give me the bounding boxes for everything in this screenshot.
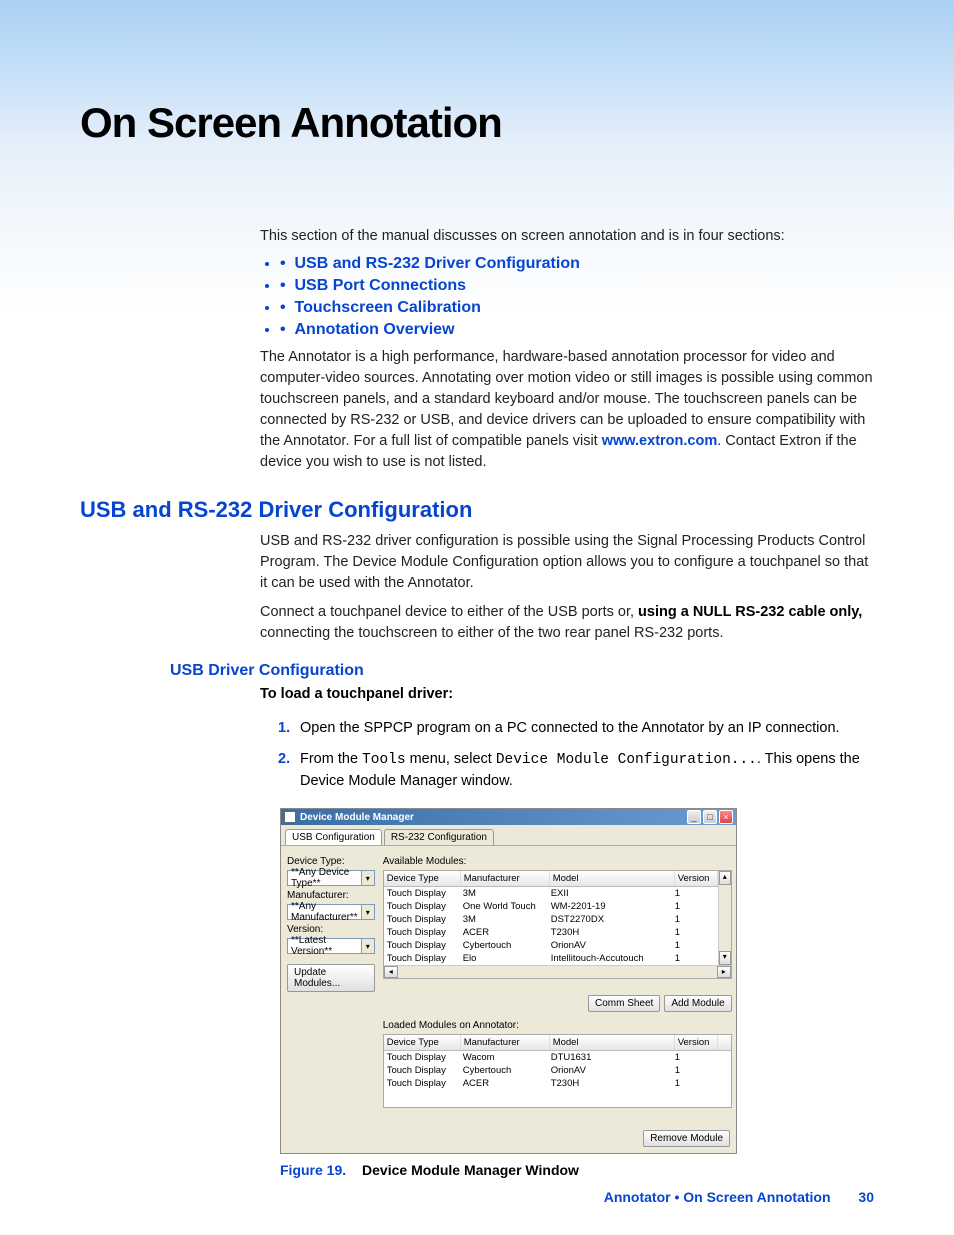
- loaded-modules-label: Loaded Modules on Annotator:: [383, 1020, 732, 1031]
- figure-title: Device Module Manager Window: [362, 1162, 579, 1178]
- config-paragraph: USB and RS-232 driver configuration is p…: [260, 531, 874, 594]
- device-module-config-label: Device Module Configuration...: [496, 752, 757, 768]
- toc-list: • USB and RS-232 Driver Configuration • …: [280, 255, 874, 339]
- update-modules-button[interactable]: Update Modules...: [287, 964, 375, 992]
- table-row[interactable]: Touch Display3MEXII1: [384, 887, 718, 900]
- panel-content: Device Type: **Any Device Type**▾ Manufa…: [281, 846, 736, 1114]
- device-type-dropdown[interactable]: **Any Device Type**▾: [287, 870, 375, 886]
- loaded-modules-body: Touch DisplayWacomDTU16311 Touch Display…: [384, 1051, 731, 1107]
- table-row[interactable]: Touch DisplayOne World TouchWM-2201-191: [384, 900, 718, 913]
- scroll-down-icon[interactable]: ▾: [719, 951, 731, 965]
- filter-column: Device Type: **Any Device Type**▾ Manufa…: [287, 852, 375, 1108]
- device-module-manager-window: Device Module Manager _ □ × USB Configur…: [280, 808, 737, 1154]
- scroll-up-icon[interactable]: ▴: [719, 871, 731, 885]
- table-row[interactable]: Touch DisplayCybertouchOrionAV1: [384, 939, 718, 952]
- table-row[interactable]: Touch DisplayEloIntellitouch-Accutouch1: [384, 952, 718, 965]
- col-device-type[interactable]: Device Type: [384, 871, 461, 886]
- chevron-down-icon: ▾: [361, 939, 374, 953]
- procedure-list: 1. Open the SPPCP program on a PC connect…: [260, 718, 874, 792]
- manufacturer-dropdown[interactable]: **Any Manufacturer**▾: [287, 904, 375, 920]
- col-model[interactable]: Model: [550, 871, 675, 886]
- tab-bar: USB Configuration RS-232 Configuration: [281, 825, 736, 846]
- tools-menu-label: Tools: [362, 752, 406, 768]
- manufacturer-value: **Any Manufacturer**: [288, 901, 361, 923]
- connect-paragraph: Connect a touchpanel device to either of…: [260, 602, 874, 644]
- device-type-value: **Any Device Type**: [288, 867, 361, 889]
- toc-link-annotation-overview[interactable]: Annotation Overview: [295, 321, 455, 338]
- chevron-down-icon: ▾: [361, 905, 374, 919]
- col-version[interactable]: Version: [675, 871, 718, 886]
- window-icon: [284, 811, 296, 823]
- intro-paragraph: This section of the manual discusses on …: [260, 226, 874, 247]
- table-row[interactable]: Touch DisplayACERT230H1: [384, 926, 718, 939]
- version-label: Version:: [287, 924, 375, 935]
- step-number: 2.: [278, 749, 290, 770]
- bottom-actions: Remove Module: [281, 1114, 736, 1153]
- section-heading-usb-rs232: USB and RS-232 Driver Configuration: [80, 497, 874, 523]
- add-module-button[interactable]: Add Module: [664, 995, 731, 1012]
- page-footer: Annotator • On Screen Annotation 30: [604, 1189, 874, 1205]
- loaded-modules-table: Device Type Manufacturer Model Version T…: [383, 1034, 732, 1108]
- table-row[interactable]: Touch DisplayACERT230H1: [384, 1077, 731, 1090]
- remove-module-button[interactable]: Remove Module: [643, 1130, 730, 1147]
- table-row[interactable]: Touch DisplayWacomDTU16311: [384, 1051, 731, 1064]
- overview-paragraph: The Annotator is a high performance, har…: [260, 347, 874, 473]
- document-page: On Screen Annotation This section of the…: [0, 0, 954, 1235]
- figure-number: Figure 19.: [280, 1162, 346, 1178]
- procedure-heading: To load a touchpanel driver:: [260, 686, 874, 702]
- col-manufacturer[interactable]: Manufacturer: [461, 1035, 550, 1050]
- step-2-text-c: menu, select: [406, 751, 496, 767]
- col-manufacturer[interactable]: Manufacturer: [461, 871, 550, 886]
- available-modules-body: Touch Display3MEXII1 Touch DisplayOne Wo…: [384, 887, 718, 965]
- table-row[interactable]: Touch DisplayCybertouchOrionAV1: [384, 1064, 731, 1077]
- manufacturer-label: Manufacturer:: [287, 890, 375, 901]
- connect-text-c: connecting the touchscreen to either of …: [260, 625, 723, 641]
- available-modules-table: Device Type Manufacturer Model Version T…: [383, 870, 732, 979]
- col-device-type[interactable]: Device Type: [384, 1035, 461, 1050]
- col-model[interactable]: Model: [550, 1035, 675, 1050]
- window-title: Device Module Manager: [300, 812, 685, 823]
- vertical-scrollbar[interactable]: ▴ ▾: [718, 871, 731, 965]
- available-modules-label: Available Modules:: [383, 856, 732, 867]
- comm-sheet-button[interactable]: Comm Sheet: [588, 995, 660, 1012]
- footer-doc-title: Annotator • On Screen Annotation: [604, 1189, 831, 1205]
- table-row[interactable]: Touch Display3MDST2270DX1: [384, 913, 718, 926]
- version-dropdown[interactable]: **Latest Version**▾: [287, 938, 375, 954]
- available-actions: Comm Sheet Add Module: [383, 985, 732, 1012]
- scroll-right-icon[interactable]: ▸: [717, 966, 731, 978]
- version-value: **Latest Version**: [288, 935, 361, 957]
- tab-rs232-configuration[interactable]: RS-232 Configuration: [384, 829, 494, 845]
- device-type-label: Device Type:: [287, 856, 375, 867]
- step-2-text-a: From the: [300, 751, 362, 767]
- window-titlebar: Device Module Manager _ □ ×: [281, 809, 736, 825]
- connect-bold: using a NULL RS-232 cable only,: [638, 604, 862, 620]
- toc-link-usb-port[interactable]: USB Port Connections: [295, 277, 467, 294]
- figure-caption: Figure 19. Device Module Manager Window: [280, 1162, 874, 1178]
- table-header: Device Type Manufacturer Model Version: [384, 1035, 731, 1051]
- page-number: 30: [858, 1189, 874, 1205]
- extron-link[interactable]: www.extron.com: [602, 433, 717, 449]
- minimize-button[interactable]: _: [687, 810, 701, 824]
- page-title: On Screen Annotation: [80, 100, 874, 146]
- tab-usb-configuration[interactable]: USB Configuration: [285, 829, 382, 845]
- close-button[interactable]: ×: [719, 810, 733, 824]
- maximize-button[interactable]: □: [703, 810, 717, 824]
- figure-19: Device Module Manager _ □ × USB Configur…: [280, 808, 874, 1178]
- horizontal-scrollbar[interactable]: ◂ ▸: [384, 965, 731, 978]
- scroll-left-icon[interactable]: ◂: [384, 966, 398, 978]
- toc-link-touchscreen-cal[interactable]: Touchscreen Calibration: [295, 299, 481, 316]
- step-1-text: Open the SPPCP program on a PC connected…: [300, 720, 840, 736]
- table-header: Device Type Manufacturer Model Version: [384, 871, 718, 887]
- subsection-heading-usb-driver: USB Driver Configuration: [170, 662, 874, 680]
- scroll-track[interactable]: [398, 966, 717, 978]
- col-version[interactable]: Version: [675, 1035, 718, 1050]
- toc-link-usb-rs232[interactable]: USB and RS-232 Driver Configuration: [295, 255, 580, 272]
- chevron-down-icon: ▾: [361, 871, 374, 885]
- modules-column: Available Modules: Device Type Manufactu…: [383, 852, 732, 1108]
- step-number: 1.: [278, 718, 290, 739]
- connect-text-a: Connect a touchpanel device to either of…: [260, 604, 638, 620]
